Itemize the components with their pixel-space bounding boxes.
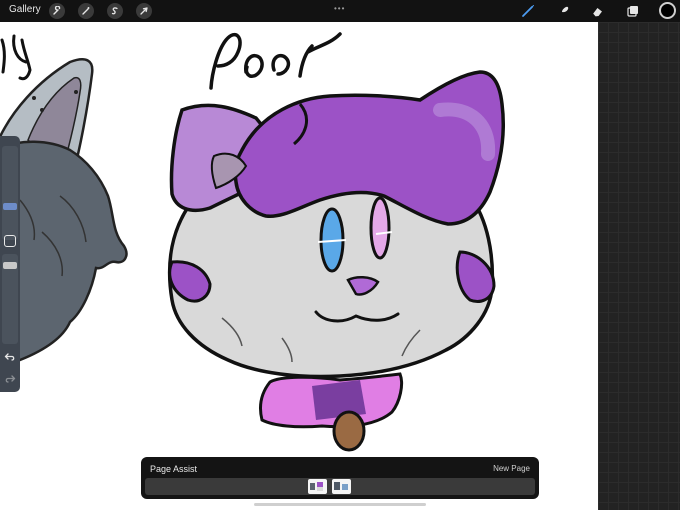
lettering-poor (209, 32, 342, 90)
page-assist-panel: Page Assist New Page (141, 457, 539, 499)
drawing-canvas[interactable] (0, 22, 598, 510)
top-toolbar: Gallery ••• (0, 0, 680, 22)
left-sidebar (0, 136, 20, 392)
new-page-button[interactable]: New Page (493, 464, 530, 473)
artwork (0, 32, 505, 452)
page-thumbnail-strip (145, 478, 535, 495)
toolbar-grip-handle[interactable]: ••• (334, 4, 345, 13)
cat-character (167, 70, 505, 452)
brush-size-slider[interactable] (2, 146, 18, 240)
eraser-icon (593, 8, 602, 17)
layers-icon (627, 6, 638, 17)
brush-opacity-slider[interactable] (2, 254, 18, 344)
layers-button[interactable] (625, 3, 641, 19)
page-thumbnail[interactable] (332, 479, 351, 494)
color-picker-button[interactable] (659, 2, 676, 19)
adjustments-button[interactable] (78, 3, 94, 19)
page-thumbnail-art (310, 482, 323, 491)
selection-icon (111, 7, 118, 15)
selection-button[interactable] (107, 3, 123, 19)
smudge-icon (560, 6, 569, 16)
smudge-tool-button[interactable] (556, 3, 572, 19)
brush-opacity-thumb[interactable] (3, 262, 17, 269)
gallery-button[interactable]: Gallery (9, 4, 41, 15)
magic-wand-icon (82, 7, 90, 15)
actions-button[interactable] (49, 3, 65, 19)
brush-size-thumb[interactable] (3, 203, 17, 210)
transform-button[interactable] (136, 3, 152, 19)
page-thumbnail[interactable] (308, 479, 327, 494)
eraser-tool-button[interactable] (590, 3, 606, 19)
redo-icon (5, 375, 16, 383)
partial-lettering (0, 34, 32, 81)
brush-tool-button[interactable] (520, 3, 536, 19)
transform-arrow-icon (140, 7, 148, 15)
canvas-background-grid (598, 22, 680, 510)
brush-icon (522, 5, 534, 17)
page-thumbnail-art (334, 482, 348, 490)
home-indicator[interactable] (254, 503, 426, 506)
wrench-icon (53, 6, 61, 15)
undo-icon (4, 353, 15, 361)
undo-button[interactable] (3, 350, 17, 364)
modify-button[interactable] (4, 235, 16, 247)
page-assist-title: Page Assist (150, 464, 198, 474)
redo-button[interactable] (3, 372, 17, 386)
